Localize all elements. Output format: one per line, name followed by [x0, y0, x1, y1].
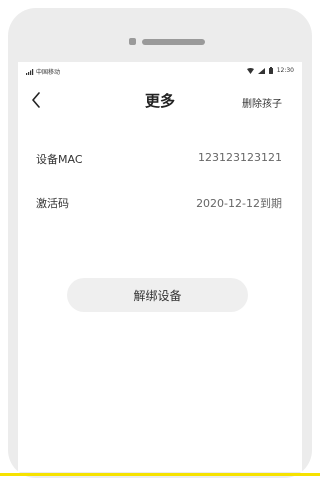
unbind-device-label: 解绑设备 [133, 288, 182, 303]
phone-screen: 中国移动 12:30 更多 删除孩子 设备MAC 123123123121 激活… [18, 62, 302, 472]
battery-icon [268, 67, 273, 74]
carrier-name: 中国移动 [36, 69, 61, 76]
activation-code-label: 激活码 [36, 197, 69, 210]
activation-code-value: 2020-12-12到期 [196, 197, 282, 210]
speaker-bar [142, 39, 205, 45]
status-bar: 中国移动 12:30 [18, 62, 302, 80]
delete-child-button[interactable]: 删除孩子 [242, 95, 282, 110]
device-mac-value: 123123123121 [198, 151, 282, 164]
device-mac-label: 设备MAC [36, 153, 83, 166]
signal-icon [26, 68, 34, 75]
signal-strength-icon [257, 67, 265, 74]
device-mac-row: 设备MAC 123123123121 [18, 148, 302, 168]
status-left: 中国移动 [26, 67, 60, 76]
status-right: 12:30 [246, 67, 294, 74]
unbind-device-button[interactable]: 解绑设备 [67, 278, 248, 312]
wifi-icon [246, 67, 254, 74]
status-time: 12:30 [276, 67, 294, 74]
nav-bar: 更多 删除孩子 [18, 86, 302, 116]
camera-dot [129, 38, 136, 45]
screenshot-stage: 中国移动 12:30 更多 删除孩子 设备MAC 123123123121 激活… [0, 0, 320, 484]
activation-code-row: 激活码 2020-12-12到期 [18, 192, 302, 212]
yellow-accent-line [0, 473, 320, 476]
